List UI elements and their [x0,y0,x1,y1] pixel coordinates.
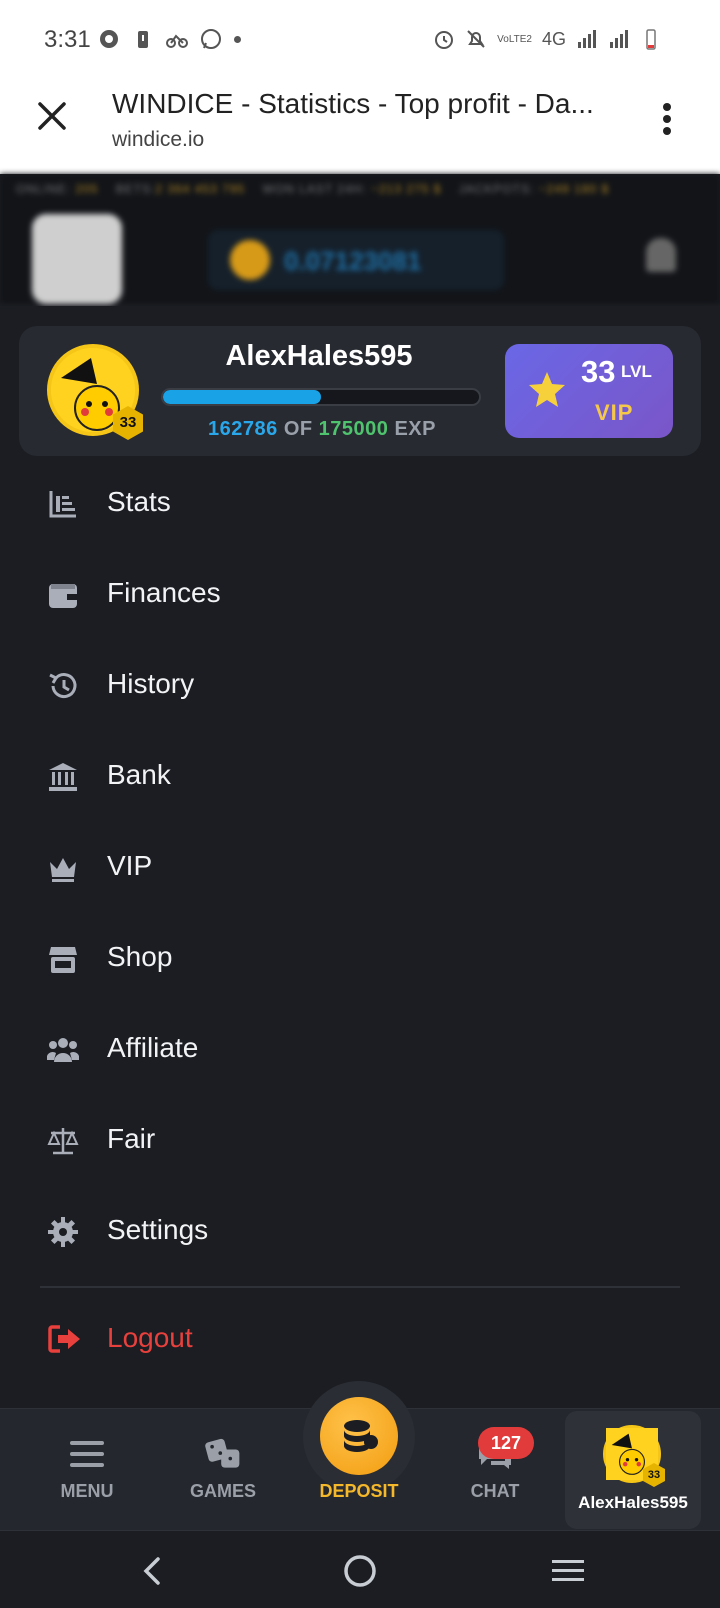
nav-profile[interactable]: 33 AlexHales595 [565,1411,701,1529]
system-nav-bar [0,1530,720,1608]
crown-icon [50,858,76,882]
status-time: 3:31 [44,26,91,53]
menu-item-label: Shop [107,941,173,972]
page-title: WINDICE - Statistics - Top profit - Da..… [112,88,594,119]
more-options-icon[interactable] [660,102,674,136]
bell-icon[interactable] [646,238,676,272]
signal-2-icon [610,30,628,48]
xp-current: 162786 [208,418,278,440]
xp-progress-fill [163,390,321,404]
xp-progress-bar [161,388,481,406]
history-icon [49,673,77,699]
stats-ticker: ONLINE: 205 BETS:2 364 453 795 WON LAST … [16,182,610,196]
dice-icon [205,1438,240,1468]
status-bar: 3:31 VoLTE2 4G [0,0,720,78]
mute-icon [467,30,485,48]
wallet-icon [49,584,77,608]
menu-item-settings[interactable]: Settings [0,1186,720,1277]
menu-item-label: VIP [107,850,153,881]
back-icon[interactable] [136,1553,172,1589]
page-url[interactable]: windice.io [112,128,204,152]
bike-icon [166,34,188,48]
logout-label: Logout [107,1322,193,1353]
menu-item-label: Finances [107,577,221,608]
balance-selector[interactable]: 0.07123081 [208,230,504,290]
users-icon [47,1038,79,1062]
network-indicator: 4G [541,28,566,49]
bottom-nav: MENU GAMES DEPOSIT CHAT 127 33 AlexHales… [0,1381,720,1531]
coin-icon [230,240,270,280]
profile-card[interactable]: 33 AlexHales595 162786 OF 175000 EXP 33 … [19,326,701,456]
menu-item-shop[interactable]: Shop [0,913,720,1004]
nav-deposit[interactable]: DEPOSIT [294,1409,424,1531]
menu-item-fair[interactable]: Fair [0,1095,720,1186]
chat-unread-badge: 127 [478,1427,534,1459]
menu-item-label: Fair [107,1123,156,1154]
bank-icon [49,763,77,791]
logout-icon [48,1325,80,1353]
browser-toolbar: WINDICE - Statistics - Top profit - Da..… [0,78,720,174]
menu-item-affiliate[interactable]: Affiliate [0,1004,720,1095]
menu-item-label: Settings [107,1214,209,1245]
star-icon [529,372,565,407]
menu-divider [40,1286,680,1288]
status-right-icons: VoLTE2 4G [433,28,662,50]
menu-list: Stats Finances History Bank VIP Shop Aff… [0,458,720,1277]
username: AlexHales595 [225,340,413,372]
volte-indicator: VoLTE2 [497,33,532,45]
menu-item-finances[interactable]: Finances [0,549,720,640]
menu-item-label: Affiliate [107,1032,199,1063]
gear-icon [48,1217,78,1247]
chart-icon [49,491,76,518]
menu-item-vip[interactable]: VIP [0,822,720,913]
menu-item-history[interactable]: History [0,640,720,731]
vip-level-button[interactable]: 33 LVL VIP [505,344,673,438]
chrome-icon [100,30,118,48]
xp-of: OF [283,418,313,440]
xp-max: 175000 [318,418,389,440]
close-icon[interactable] [36,100,68,132]
vip-label: VIP [595,400,634,425]
nav-deposit-label: DEPOSIT [319,1481,399,1501]
nav-chat-label: CHAT [470,1481,520,1501]
xp-text: 162786 OF 175000 EXP [159,418,485,441]
nav-games-label: GAMES [189,1481,256,1501]
status-left-icons [98,28,241,50]
logout-button[interactable]: Logout [0,1292,720,1388]
side-menu: 33 AlexHales595 162786 OF 175000 EXP 33 … [0,306,720,1408]
menu-item-label: Stats [107,486,171,517]
menu-item-stats[interactable]: Stats [0,458,720,549]
vip-level-number: 33 [581,354,616,389]
xp-unit: EXP [394,418,436,440]
menu-item-label: History [107,668,195,699]
recents-icon[interactable] [550,1553,586,1589]
menu-item-label: Bank [107,759,171,790]
vip-lvl-label: LVL [621,362,652,381]
menu-icon [70,1441,104,1467]
nav-menu-label: MENU [60,1481,114,1501]
site-header: ONLINE: 205 BETS:2 364 453 795 WON LAST … [0,174,720,306]
nav-profile-name: AlexHales595 [578,1493,688,1512]
scale-icon [47,1128,79,1155]
nav-games[interactable]: GAMES [158,1409,288,1531]
notification-dot-icon [234,35,241,43]
balance-amount: 0.07123081 [284,246,422,276]
logo-dice-icon[interactable] [32,214,122,304]
whatsapp-icon [201,29,221,49]
home-icon[interactable] [342,1553,378,1589]
nav-menu[interactable]: MENU [22,1409,152,1531]
store-icon [49,947,77,973]
signal-icon [578,30,596,48]
battery-saver-icon [138,31,148,48]
battery-icon [646,29,656,50]
menu-item-bank[interactable]: Bank [0,731,720,822]
alarm-icon [435,31,454,49]
